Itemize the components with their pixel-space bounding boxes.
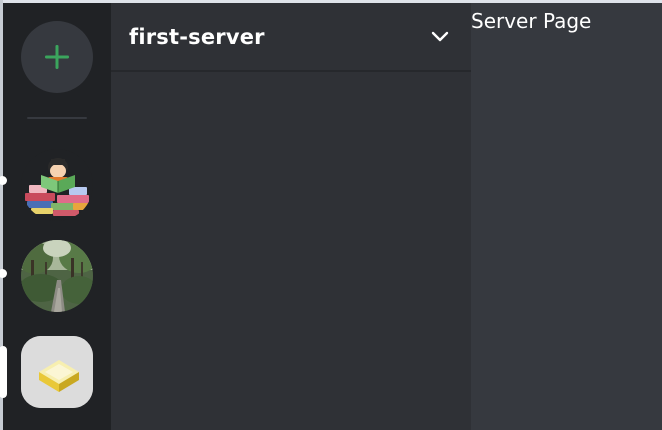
- server-icon-forest-path[interactable]: [21, 240, 93, 312]
- server-name: first-server: [129, 24, 265, 49]
- selected-server-indicator: [0, 346, 7, 398]
- server-rail-divider: [27, 117, 87, 119]
- unread-indicator: [0, 269, 7, 278]
- channel-panel: first-server: [111, 3, 471, 430]
- app-window: first-server Server Page: [0, 0, 662, 430]
- plus-icon: [45, 45, 69, 69]
- chevron-down-icon[interactable]: [431, 31, 449, 43]
- server-rail: [0, 3, 111, 430]
- add-server-button[interactable]: [21, 21, 93, 93]
- unread-indicator: [0, 176, 7, 185]
- soap-illustration-icon: [21, 336, 93, 408]
- server-header[interactable]: first-server: [111, 3, 471, 72]
- main-content: Server Page: [471, 3, 662, 430]
- forest-photo-icon: [21, 240, 93, 312]
- server-icon-soap[interactable]: [21, 336, 93, 408]
- page-title: Server Page: [471, 9, 592, 33]
- book-illustration-icon: [21, 149, 93, 221]
- server-icon-book-reading[interactable]: [21, 149, 93, 221]
